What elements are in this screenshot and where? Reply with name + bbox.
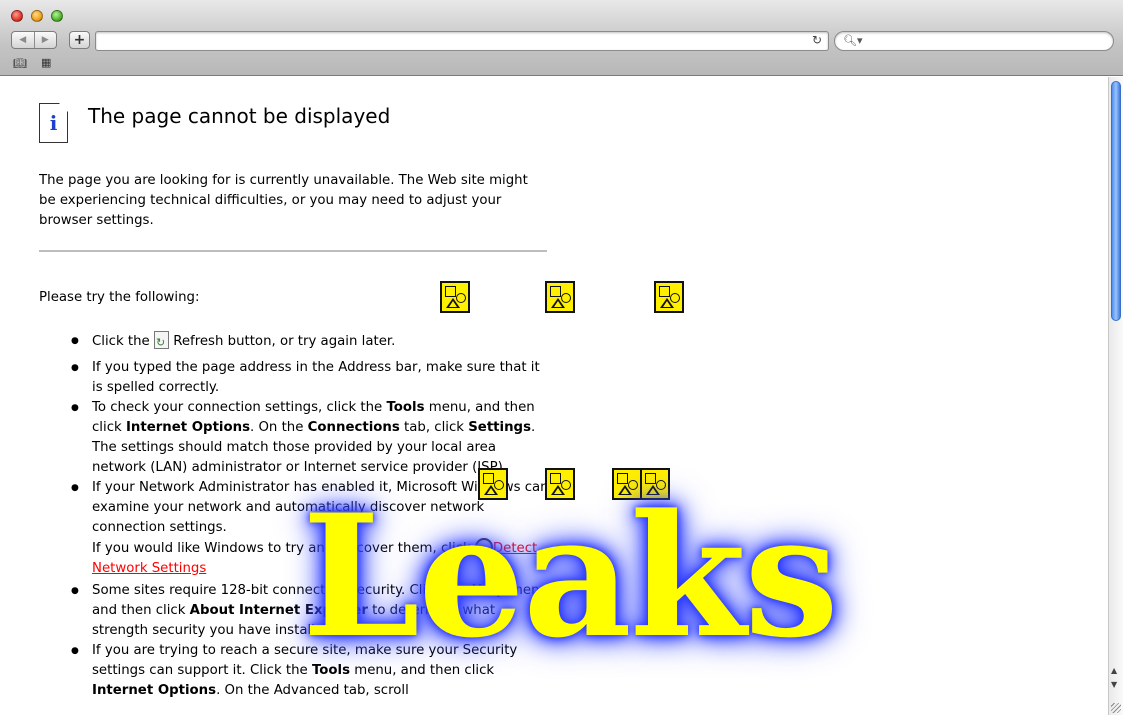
page-title: The page cannot be displayed [88, 104, 391, 128]
address-input[interactable] [102, 33, 802, 49]
list-item: If you typed the page address in the Add… [71, 358, 552, 398]
vertical-scrollbar[interactable]: ▲ ▼ [1108, 77, 1123, 715]
missing-plugin-icon[interactable] [654, 281, 684, 313]
scroll-thumb[interactable] [1111, 81, 1121, 321]
search-bar[interactable]: 🔍︎▾ [834, 31, 1114, 51]
bookmarks-book-icon[interactable]: 📖︎ [13, 57, 27, 70]
back-button[interactable]: ◀ [12, 32, 34, 48]
forward-arrow-icon: ▶ [41, 35, 49, 45]
list-item: Click the Refresh button, or try again l… [71, 331, 552, 353]
missing-plugin-icon[interactable] [545, 281, 575, 313]
grid-icon[interactable]: ▦ [41, 56, 51, 69]
navigation-buttons: ◀ ▶ [11, 31, 57, 49]
page-content: i The page cannot be displayed The page … [0, 77, 1108, 715]
resize-grip-icon[interactable] [1111, 703, 1121, 713]
search-icon[interactable]: 🔍︎▾ [843, 34, 863, 47]
divider [39, 250, 547, 252]
plus-icon: + [73, 32, 86, 48]
back-arrow-icon: ◀ [19, 35, 27, 45]
browser-toolbar: ◀ ▶ + ↻ 🔍︎▾ 📖︎ ▦ [0, 0, 1123, 76]
reload-icon[interactable]: ↻ [812, 33, 822, 47]
scroll-up-arrow-icon[interactable]: ▲ [1111, 666, 1117, 675]
scroll-down-arrow-icon[interactable]: ▼ [1111, 680, 1117, 689]
intro-paragraph: The page you are looking for is currentl… [39, 173, 528, 228]
window-zoom-button[interactable] [51, 10, 63, 22]
info-icon: i [39, 103, 68, 143]
address-bar[interactable]: ↻ [95, 31, 829, 51]
list-item: To check your connection settings, click… [71, 398, 552, 478]
add-bookmark-button[interactable]: + [69, 31, 90, 49]
missing-plugin-icon[interactable] [440, 281, 470, 313]
forward-button[interactable]: ▶ [33, 32, 57, 48]
refresh-page-icon [153, 331, 169, 353]
search-input[interactable] [863, 33, 1103, 49]
try-following-text: Please try the following: [39, 290, 200, 305]
leaks-overlay-title: Leaks [302, 477, 839, 675]
window-minimize-button[interactable] [31, 10, 43, 22]
window-close-button[interactable] [11, 10, 23, 22]
